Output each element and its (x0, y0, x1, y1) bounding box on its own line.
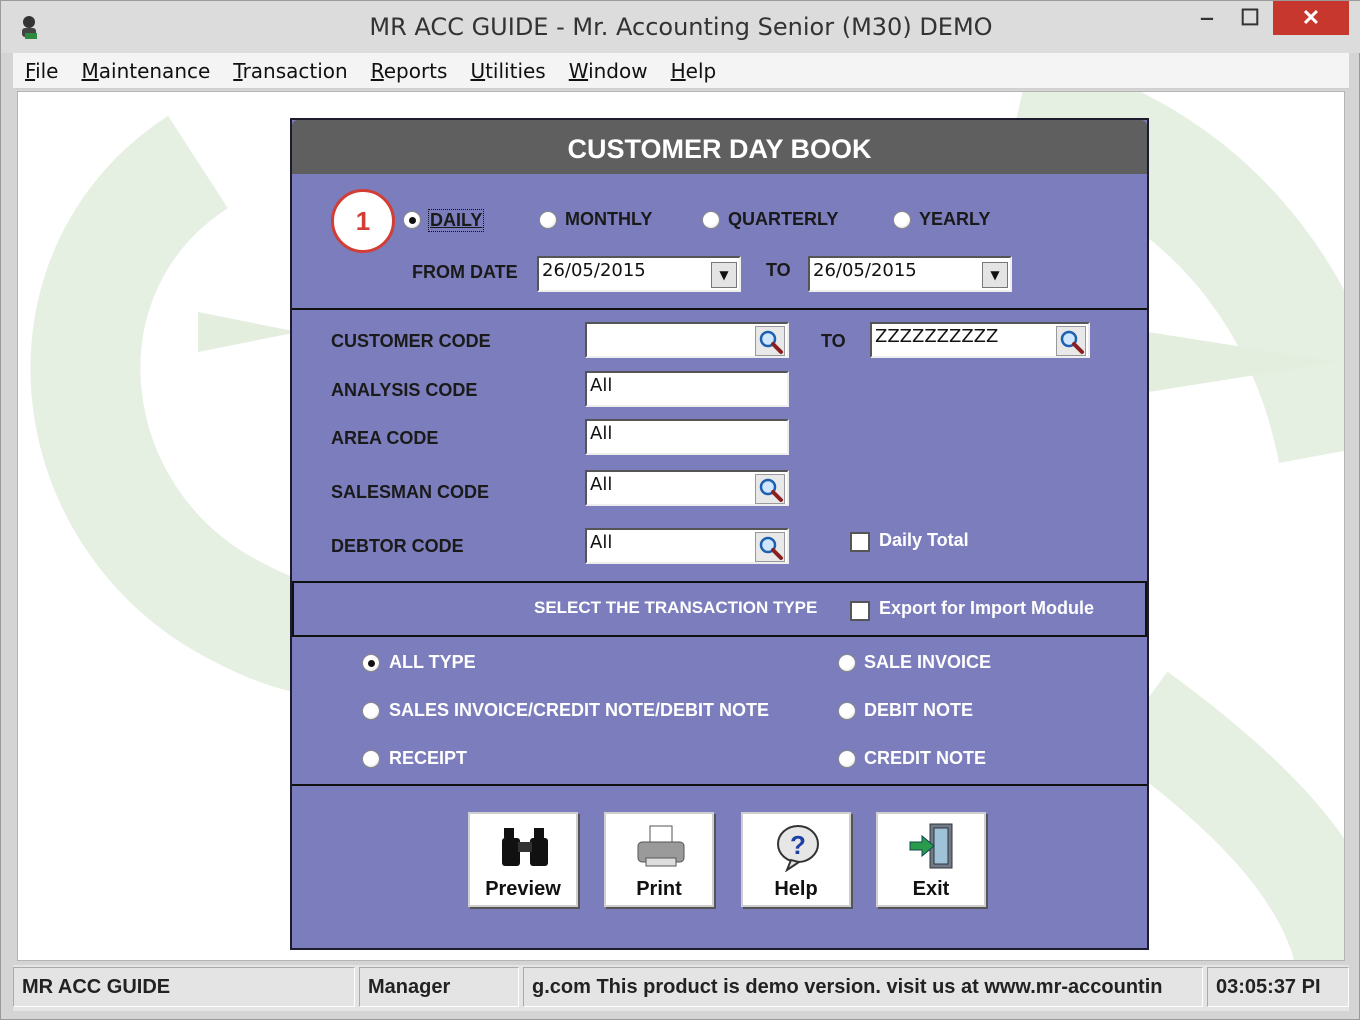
status-user: Manager (359, 967, 519, 1007)
menu-bar: File Maintenance Transaction Reports Uti… (13, 53, 1349, 89)
print-label: Print (636, 878, 682, 900)
status-bar: MR ACC GUIDE Manager g.com This product … (13, 965, 1349, 1011)
menu-maintenance[interactable]: Maintenance (81, 59, 210, 83)
yearly-label[interactable]: YEARLY (919, 209, 990, 230)
search-icon[interactable] (1056, 326, 1086, 356)
debtor-code-field[interactable]: All (585, 528, 789, 564)
debit-note-label[interactable]: DEBIT NOTE (864, 700, 973, 721)
status-message: g.com This product is demo version. visi… (523, 967, 1203, 1007)
area-code-field[interactable]: All (585, 419, 789, 455)
salesman-code-value: All (590, 474, 613, 495)
app-window: MR ACC GUIDE - Mr. Accounting Senior (M3… (0, 0, 1360, 1020)
from-date-value: 26/05/2015 (542, 260, 646, 281)
transaction-section-label: SELECT THE TRANSACTION TYPE (534, 598, 818, 617)
binoculars-icon (502, 828, 548, 866)
yearly-radio[interactable] (893, 211, 911, 229)
transaction-type-header: SELECT THE TRANSACTION TYPE Export for I… (292, 581, 1147, 637)
receipt-radio[interactable] (362, 750, 380, 768)
exit-door-icon (909, 823, 953, 869)
exit-label: Exit (912, 878, 950, 900)
to-date-field[interactable]: 26/05/2015 ▼ (808, 256, 1012, 292)
receipt-label[interactable]: RECEIPT (389, 748, 467, 769)
daily-total-label: Daily Total (879, 530, 969, 550)
customer-to-label: TO (821, 331, 846, 351)
debtor-code-value: All (590, 532, 613, 553)
help-icon: ? (777, 825, 819, 872)
menu-maintenance-rest: aintenance (98, 58, 211, 83)
sale-invoice-radio[interactable] (838, 654, 856, 672)
maximize-button[interactable]: ☐ (1231, 1, 1269, 35)
sales-combo-radio[interactable] (362, 702, 380, 720)
customer-code-to-value: ZZZZZZZZZZ (875, 326, 999, 347)
search-icon[interactable] (755, 326, 785, 356)
export-checkbox[interactable] (850, 601, 870, 621)
export-label: Export for Import Module (879, 598, 1094, 618)
monthly-label[interactable]: MONTHLY (565, 209, 652, 230)
chevron-down-icon[interactable]: ▼ (982, 262, 1008, 288)
menu-file[interactable]: File (25, 59, 58, 83)
menu-transaction[interactable]: Transaction (233, 59, 347, 83)
all-type-radio[interactable] (362, 654, 380, 672)
chevron-down-icon[interactable]: ▼ (711, 262, 737, 288)
search-icon[interactable] (755, 474, 785, 504)
menu-utilities-rest: tilities (485, 58, 546, 83)
customer-code-to-field[interactable]: ZZZZZZZZZZ (870, 322, 1090, 358)
print-button[interactable]: Print (604, 812, 714, 907)
sale-invoice-label[interactable]: SALE INVOICE (864, 652, 991, 673)
daily-total-checkbox[interactable] (850, 532, 870, 552)
menu-reports-rest: eports (383, 58, 448, 83)
divider (292, 784, 1147, 786)
printer-icon (637, 825, 685, 867)
preview-label: Preview (485, 878, 561, 900)
exit-button[interactable]: Exit (876, 812, 986, 907)
svg-text:?: ? (790, 830, 806, 860)
daily-label[interactable]: DAILY (428, 209, 485, 232)
salesman-code-label: SALESMAN CODE (331, 482, 490, 502)
step-marker: 1 (331, 189, 395, 253)
credit-note-label[interactable]: CREDIT NOTE (864, 748, 986, 769)
sales-combo-label[interactable]: SALES INVOICE/CREDIT NOTE/DEBIT NOTE (389, 700, 769, 721)
menu-transaction-rest: ransaction (242, 58, 348, 83)
monthly-radio[interactable] (539, 211, 557, 229)
title-bar: MR ACC GUIDE - Mr. Accounting Senior (M3… (1, 1, 1360, 53)
minimize-button[interactable]: ‒ (1189, 1, 1225, 35)
window-title: MR ACC GUIDE - Mr. Accounting Senior (M3… (369, 13, 993, 41)
status-app: MR ACC GUIDE (13, 967, 355, 1007)
to-date-label: TO (766, 260, 791, 280)
daily-radio[interactable] (403, 211, 421, 229)
help-label: Help (774, 878, 818, 900)
from-date-label: FROM DATE (412, 262, 518, 282)
analysis-code-label: ANALYSIS CODE (331, 380, 478, 400)
customer-code-from-field[interactable] (585, 322, 789, 358)
debit-note-radio[interactable] (838, 702, 856, 720)
search-icon[interactable] (755, 532, 785, 562)
menu-help-rest: elp (685, 58, 717, 83)
all-type-label[interactable]: ALL TYPE (389, 652, 476, 673)
menu-utilities[interactable]: Utilities (470, 59, 545, 83)
customer-day-book-form: CUSTOMER DAY BOOK DAILY MONTHLY QUARTERL… (290, 118, 1149, 950)
help-button[interactable]: ? Help (741, 812, 851, 907)
credit-note-radio[interactable] (838, 750, 856, 768)
quarterly-label[interactable]: QUARTERLY (728, 209, 838, 230)
salesman-code-field[interactable]: All (585, 470, 789, 506)
preview-button[interactable]: Preview (468, 812, 578, 907)
menu-window[interactable]: Window (569, 59, 648, 83)
close-button[interactable]: ✕ (1273, 1, 1349, 35)
customer-code-label: CUSTOMER CODE (331, 331, 491, 351)
form-title: CUSTOMER DAY BOOK (292, 120, 1147, 174)
menu-file-rest: ile (35, 58, 59, 83)
quarterly-radio[interactable] (702, 211, 720, 229)
menu-help[interactable]: Help (671, 59, 717, 83)
area-code-label: AREA CODE (331, 428, 439, 448)
menu-window-rest: indow (588, 58, 648, 83)
status-time: 03:05:37 PI (1207, 967, 1349, 1007)
from-date-field[interactable]: 26/05/2015 ▼ (537, 256, 741, 292)
debtor-code-label: DEBTOR CODE (331, 536, 464, 556)
to-date-value: 26/05/2015 (813, 260, 917, 281)
menu-reports[interactable]: Reports (371, 59, 448, 83)
analysis-code-field[interactable]: All (585, 371, 789, 407)
divider (292, 308, 1147, 310)
